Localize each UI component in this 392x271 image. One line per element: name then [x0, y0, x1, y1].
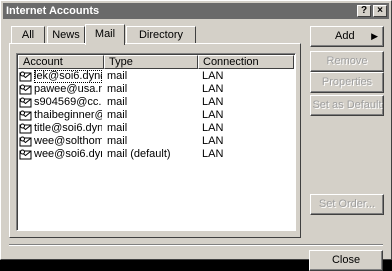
cell-type: mail [107, 96, 128, 108]
table-row[interactable]: wee@soi6.dynd... mail (default) LAN [19, 148, 293, 161]
cell-account: thaibeginner@s... [34, 109, 102, 121]
tab-mail-label: Mail [94, 28, 116, 40]
mail-account-icon [19, 84, 33, 95]
close-button[interactable]: Close [309, 250, 383, 271]
add-arrow-icon: ▶ [371, 31, 378, 41]
cell-account: s904569@cc.k... [34, 96, 102, 108]
properties-button[interactable]: Properties [310, 72, 384, 93]
tab-mail[interactable]: Mail [85, 24, 125, 45]
properties-button-label: Properties [321, 76, 373, 88]
cell-type: mail [107, 70, 128, 82]
cell-type: mail [107, 83, 128, 95]
mail-account-icon [19, 97, 33, 108]
add-button[interactable]: Add ▶ [310, 26, 384, 47]
mail-account-icon [19, 136, 33, 147]
cell-connection: LAN [202, 83, 224, 95]
remove-button[interactable]: Remove [310, 51, 384, 72]
set-order-button-label: Set Order... [318, 198, 376, 210]
table-row[interactable]: thaibeginner@s... mail LAN [19, 109, 293, 122]
cell-type: mail [107, 135, 128, 147]
cell-connection: LAN [202, 96, 224, 108]
cell-account: wee@soi6.dynd... [34, 148, 102, 160]
tab-news[interactable]: News [47, 26, 85, 44]
cell-connection: LAN [202, 70, 224, 82]
cell-connection: LAN [202, 148, 224, 160]
help-icon: ? [360, 5, 368, 16]
set-order-button[interactable]: Set Order... [310, 194, 384, 215]
cell-type: mail (default) [107, 148, 171, 160]
mail-account-icon [19, 149, 33, 160]
mail-account-icon [19, 71, 33, 82]
close-button-label: Close [331, 254, 361, 266]
cell-connection: LAN [202, 122, 224, 134]
cell-account: wee@solthome.... [34, 135, 102, 147]
cell-connection: LAN [202, 109, 224, 121]
tab-news-label: News [52, 29, 80, 41]
title-bar[interactable]: Internet Accounts ? × [3, 3, 389, 19]
cell-connection: LAN [202, 135, 224, 147]
add-button-label: Add [335, 30, 355, 42]
mail-account-icon [19, 123, 33, 134]
table-row[interactable]: title@soi6.dyndn... mail LAN [19, 122, 293, 135]
internet-accounts-window: Internet Accounts ? × All News Mail Dire… [0, 0, 392, 260]
tab-all-label: All [21, 29, 35, 41]
column-header-connection-label: Connection [203, 56, 259, 68]
column-header-type[interactable]: Type [104, 55, 198, 69]
bottom-separator-highlight [9, 245, 383, 246]
column-header-account-label: Account [23, 56, 63, 68]
close-window-button[interactable]: × [373, 5, 387, 17]
accounts-list[interactable]: Account Type Connection lek@soi6.dyndn..… [16, 53, 296, 231]
column-header-account[interactable]: Account [18, 55, 104, 69]
close-icon: × [377, 5, 383, 16]
table-row[interactable]: lek@soi6.dyndn... mail LAN [19, 70, 293, 83]
tab-directory-service[interactable]: Directory Service [126, 26, 196, 57]
table-row[interactable]: pawee@usa.net mail LAN [19, 83, 293, 96]
help-button[interactable]: ? [357, 5, 371, 17]
column-header-connection[interactable]: Connection [198, 55, 294, 69]
remove-button-label: Remove [326, 55, 368, 67]
cell-account: lek@soi6.dyndn... [34, 70, 102, 83]
cell-account: title@soi6.dyndn... [34, 122, 102, 134]
column-header-type-label: Type [109, 56, 133, 68]
cell-account: pawee@usa.net [34, 83, 102, 95]
tab-all[interactable]: All [11, 26, 45, 44]
mail-account-icon [19, 110, 33, 121]
set-as-default-button[interactable]: Set as Default [310, 95, 384, 116]
cell-type: mail [107, 122, 128, 134]
table-row[interactable]: wee@solthome.... mail LAN [19, 135, 293, 148]
cell-type: mail [107, 109, 128, 121]
set-as-default-button-label: Set as Default [312, 99, 382, 111]
table-row[interactable]: s904569@cc.k... mail LAN [19, 96, 293, 109]
window-title: Internet Accounts [6, 5, 100, 17]
